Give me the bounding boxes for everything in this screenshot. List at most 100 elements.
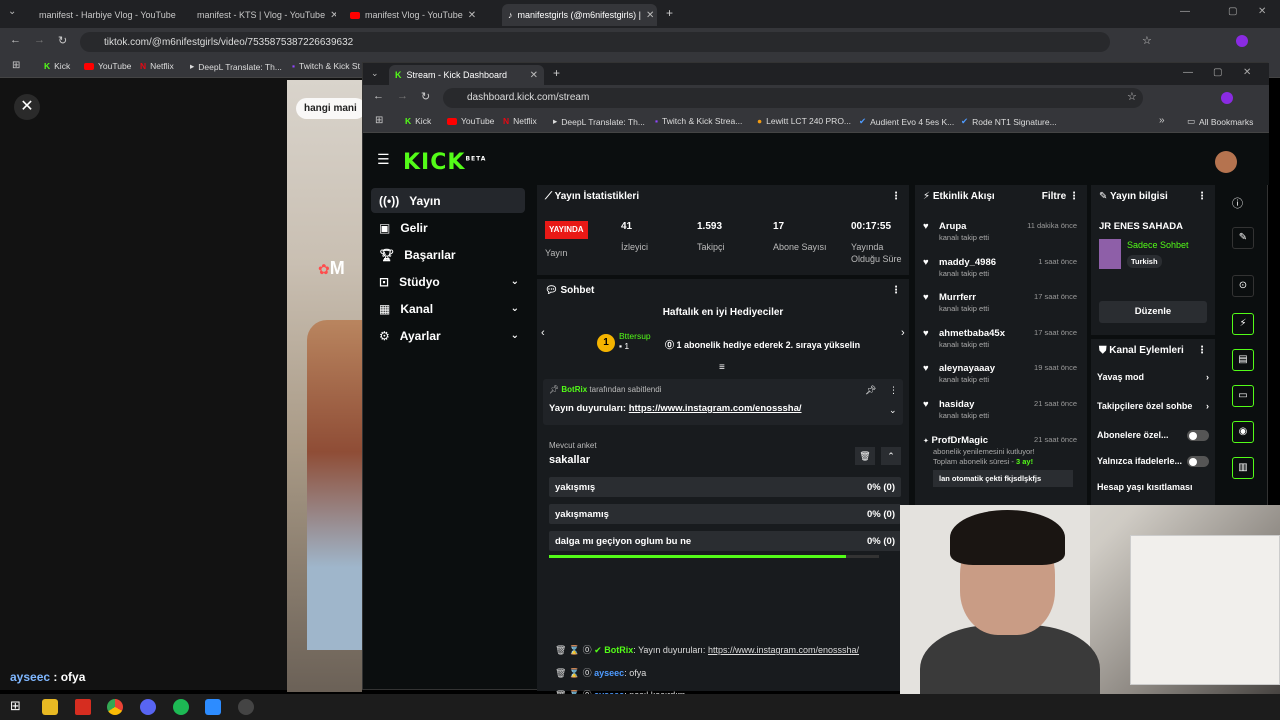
chat-user[interactable]: BotRix bbox=[604, 645, 633, 655]
mod-icons[interactable]: 🗑︎ ⌛ ⓪ bbox=[555, 668, 592, 678]
app-icon[interactable] bbox=[205, 699, 221, 715]
maximize-button[interactable]: ▢ bbox=[1213, 67, 1222, 78]
bookmark-deepl[interactable]: ▸ DeepL Translate: Th... bbox=[553, 116, 645, 127]
document-icon[interactable]: ▤ bbox=[1232, 349, 1254, 371]
reload-icon[interactable]: ↻ bbox=[421, 90, 430, 103]
broadcast-icon[interactable]: ◉ bbox=[1232, 421, 1254, 443]
resub-item[interactable]: ✦ ProfDrMagic 21 saat önce abonelik yenil… bbox=[923, 435, 1077, 487]
emotes-only-toggle[interactable] bbox=[1187, 456, 1209, 467]
edit-button[interactable]: Düzenle bbox=[1099, 301, 1207, 323]
activity-item[interactable]: ♥ ahmetbaba45x 17 saat önce kanalı takip et… bbox=[923, 328, 1077, 349]
more-icon[interactable]: ⋮ bbox=[891, 191, 901, 202]
bookmark-kick[interactable]: K Kick bbox=[405, 116, 431, 126]
close-window-button[interactable]: ✕ bbox=[1243, 67, 1251, 78]
chat-link[interactable]: https://www.instagram.com/enosssha/ bbox=[708, 645, 859, 655]
reload-icon[interactable]: ↻ bbox=[58, 34, 67, 47]
chevron-left-icon[interactable]: ‹ bbox=[541, 327, 545, 339]
activity-item[interactable]: ♥ Murrferr 17 saat önce kanalı takip etti bbox=[923, 292, 1077, 313]
profile-avatar[interactable] bbox=[1221, 92, 1233, 104]
bookmark-youtube[interactable]: YouTube bbox=[447, 116, 494, 126]
bookmark-youtube[interactable]: YouTube bbox=[84, 61, 131, 71]
chevron-down-icon[interactable]: ⌄ bbox=[889, 405, 897, 416]
mod-icons[interactable]: 🗑︎ ⌛ ⓪ bbox=[555, 645, 592, 655]
trash-icon[interactable]: 🗑︎ bbox=[855, 447, 875, 465]
apps-icon[interactable]: ⊞ bbox=[375, 115, 383, 126]
kick-logo[interactable]: KICKBETA bbox=[403, 150, 486, 175]
outer-tab-2[interactable]: manifest - KTS | Vlog - YouTube ✕ bbox=[186, 4, 336, 26]
bookmark-lewitt[interactable]: ● Lewitt LCT 240 PRO... bbox=[757, 116, 851, 126]
tab-search-icon[interactable]: ⌄ bbox=[8, 6, 16, 17]
new-tab-button[interactable]: + bbox=[666, 6, 673, 20]
poll-option[interactable]: yakışmış 0% (0) bbox=[549, 477, 901, 497]
nav-gelir[interactable]: ▣ Gelir bbox=[371, 215, 525, 240]
spotify-icon[interactable] bbox=[173, 699, 189, 715]
all-bookmarks[interactable]: ▭ All Bookmarks bbox=[1187, 116, 1253, 127]
outer-tab-3[interactable]: manifest Vlog - YouTube ✕ bbox=[344, 4, 494, 26]
action-emotes-only[interactable]: Yalnızca ifadelerle... bbox=[1097, 456, 1209, 467]
star-icon[interactable]: ☆ bbox=[1142, 34, 1152, 47]
outer-url-field[interactable]: tiktok.com/@m6nifestgirls/video/75358753… bbox=[80, 32, 1110, 52]
nav-studyo[interactable]: ⊡ Stüdyo ⌄ bbox=[371, 269, 525, 294]
back-icon[interactable]: ← bbox=[373, 90, 384, 102]
forward-icon[interactable]: → bbox=[34, 34, 45, 46]
tiktok-video[interactable] bbox=[287, 80, 362, 692]
chat-icon[interactable]: ▭ bbox=[1232, 385, 1254, 407]
action-subs-only[interactable]: Abonelere özel... bbox=[1097, 430, 1209, 441]
new-tab-button[interactable]: + bbox=[553, 66, 560, 80]
pen-icon[interactable]: ✎ bbox=[1232, 227, 1254, 249]
poll-option[interactable]: dalga mı geçiyon oglum bu ne 0% (0) bbox=[549, 531, 901, 551]
nav-kanal[interactable]: ▦ Kanal ⌄ bbox=[371, 296, 525, 321]
top-gifter[interactable]: Bttersup ▪ 1 bbox=[619, 331, 651, 351]
activity-item[interactable]: ♥ aleynayaaay 19 saat önce kanalı takip ett… bbox=[923, 363, 1077, 384]
chevron-up-icon[interactable]: ⌃ bbox=[881, 447, 901, 465]
action-slow-mode[interactable]: Yavaş mod › bbox=[1097, 372, 1209, 382]
bookmark-kick[interactable]: K Kick bbox=[44, 61, 70, 71]
chrome-icon[interactable] bbox=[107, 699, 123, 715]
more-icon[interactable]: ⋮ bbox=[1197, 191, 1207, 202]
more-icon[interactable]: ⋮ bbox=[889, 385, 898, 396]
collapse-icon[interactable]: ≡ bbox=[719, 362, 725, 373]
bookmark-netflix[interactable]: N Netflix bbox=[503, 116, 537, 126]
nav-ayarlar[interactable]: ⚙ Ayarlar ⌄ bbox=[371, 323, 525, 348]
more-icon[interactable]: ⋮ bbox=[1069, 191, 1079, 202]
chevron-right-icon[interactable]: › bbox=[901, 327, 905, 339]
file-explorer-icon[interactable] bbox=[42, 699, 58, 715]
more-bookmarks-icon[interactable]: » bbox=[1159, 115, 1165, 126]
action-followers-only[interactable]: Takipçilere özel sohbe › bbox=[1097, 401, 1209, 411]
filter-button[interactable]: Filtre bbox=[1042, 191, 1066, 202]
app-icon[interactable] bbox=[75, 699, 91, 715]
bookmark-netflix[interactable]: N Netflix bbox=[140, 61, 174, 71]
activity-item[interactable]: ♥ Arupa 11 dakika önce kanalı takip etti bbox=[923, 221, 1077, 242]
nav-yayin[interactable]: ((•)) Yayın bbox=[371, 188, 525, 213]
bolt-icon[interactable]: ⚡︎ bbox=[1232, 313, 1254, 335]
activity-item[interactable]: ♥ maddy_4986 1 saat önce kanalı takip etti bbox=[923, 257, 1077, 278]
category[interactable]: Sadece Sohbet bbox=[1127, 240, 1189, 250]
apps-icon[interactable]: ⊞ bbox=[12, 60, 20, 71]
profile-avatar[interactable] bbox=[1236, 35, 1248, 47]
bookmark-twitch-kick[interactable]: ▪ Twitch & Kick Strea... bbox=[655, 116, 742, 126]
info-icon[interactable]: ⓘ bbox=[1232, 195, 1243, 211]
bookmark-twitch-kick[interactable]: ▪ Twitch & Kick St bbox=[292, 61, 360, 71]
layout-icon[interactable]: ▥ bbox=[1232, 457, 1254, 479]
windows-start-icon[interactable]: ⊞ bbox=[10, 698, 21, 714]
inner-url-field[interactable]: dashboard.kick.com/stream bbox=[443, 88, 1143, 108]
close-window-button[interactable]: ✕ bbox=[1258, 6, 1266, 17]
close-icon[interactable]: ✕ bbox=[530, 70, 538, 81]
tab-search-icon[interactable]: ⌄ bbox=[371, 68, 379, 79]
bookmark-deepl[interactable]: ▸ DeepL Translate: Th... bbox=[190, 61, 282, 72]
more-icon[interactable]: ⋮ bbox=[1197, 345, 1207, 356]
bookmark-rode[interactable]: ✔ Rode NT1 Signature... bbox=[961, 116, 1057, 127]
target-icon[interactable]: ⊙ bbox=[1232, 275, 1254, 297]
activity-item[interactable]: ♥ hasiday 21 saat önce kanalı takip etti bbox=[923, 399, 1077, 420]
close-icon[interactable]: ✕ bbox=[646, 10, 654, 21]
minimize-button[interactable]: — bbox=[1183, 67, 1193, 78]
discord-icon[interactable] bbox=[140, 699, 156, 715]
inner-tab[interactable]: K Stream - Kick Dashboard ✕ bbox=[389, 65, 544, 85]
menu-icon[interactable]: ☰ bbox=[377, 151, 390, 168]
unpin-icon[interactable]: 📌︎ bbox=[865, 385, 876, 396]
minimize-button[interactable]: — bbox=[1180, 6, 1190, 17]
obs-icon[interactable] bbox=[238, 699, 254, 715]
star-icon[interactable]: ☆ bbox=[1127, 90, 1137, 103]
outer-tab-4[interactable]: ♪ manifestgirls (@m6nifestgirls) | ✕ bbox=[502, 4, 657, 26]
close-icon[interactable]: ✕ bbox=[330, 10, 336, 21]
